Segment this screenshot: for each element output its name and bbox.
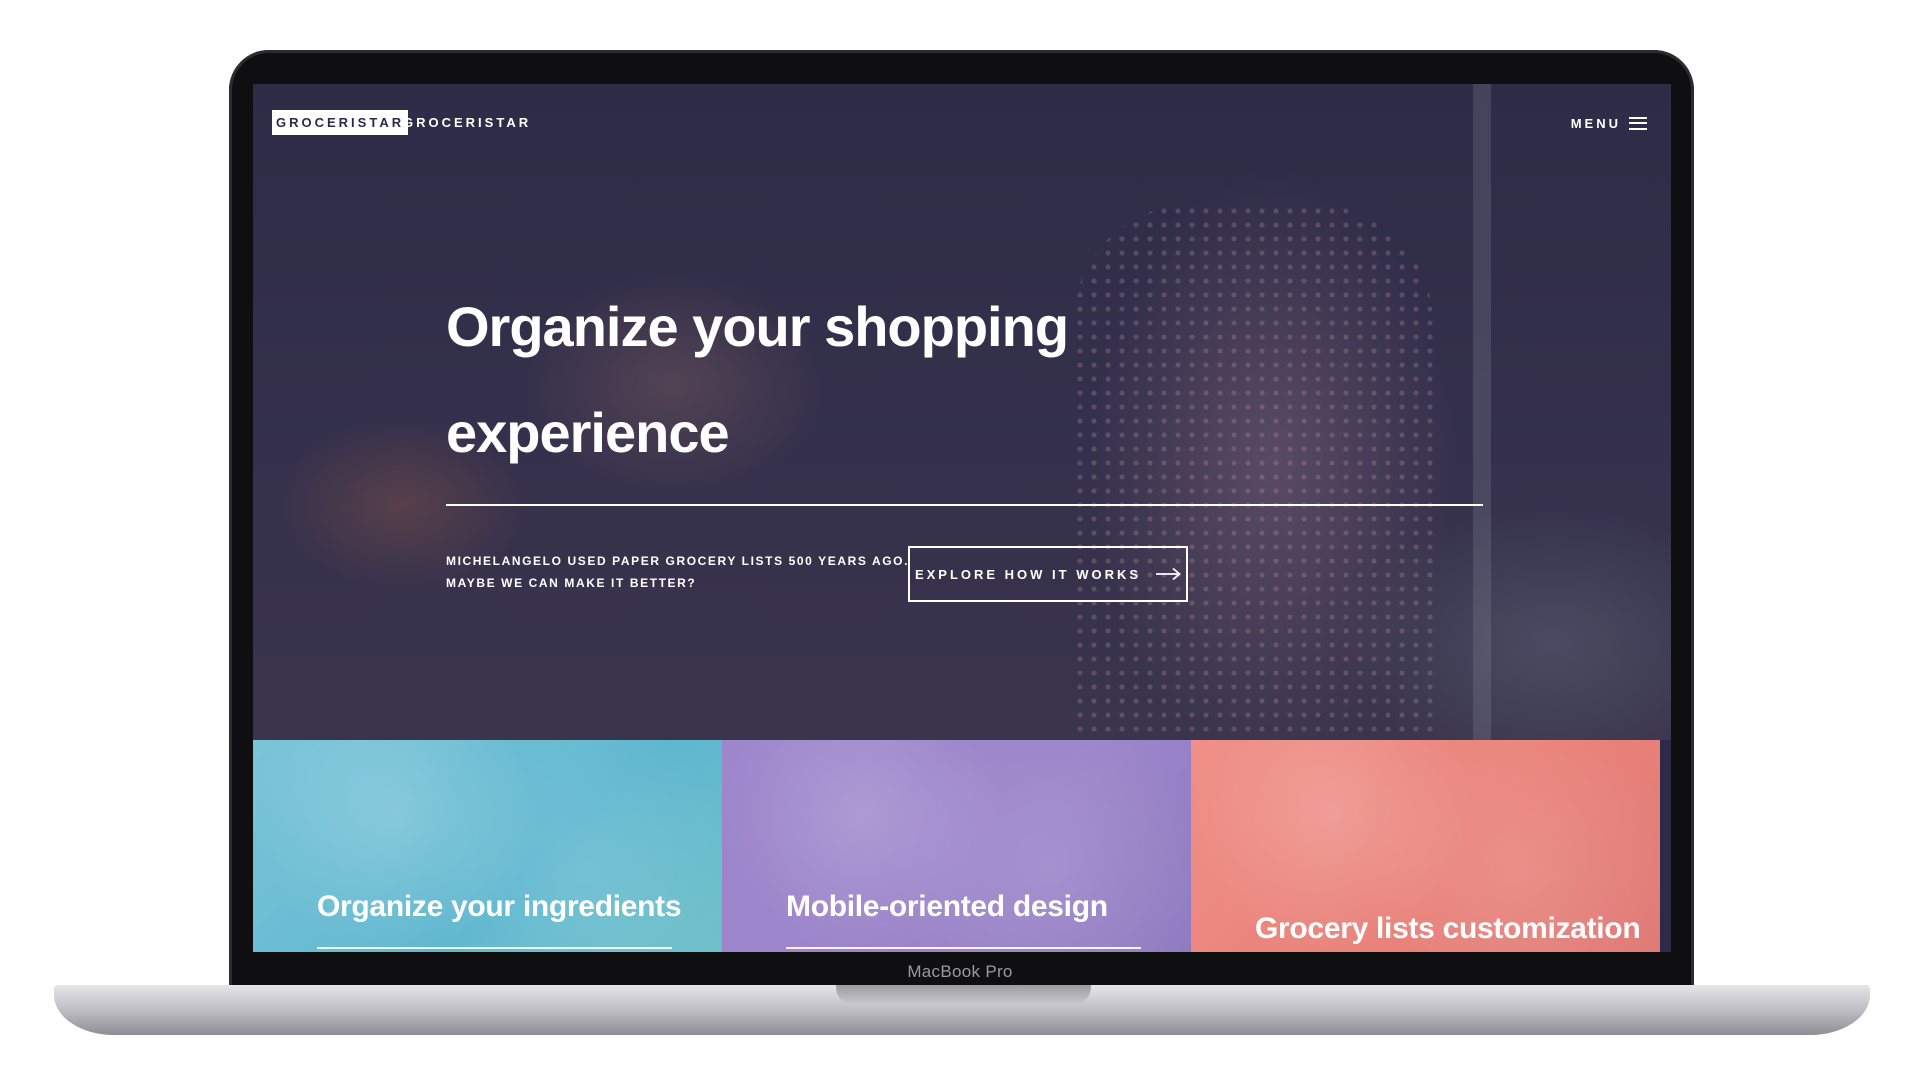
feature-tile-label: Mobile-oriented design	[786, 890, 1108, 923]
hero-tagline-line-1: MICHELANGELO USED PAPER GROCERY LISTS 50…	[446, 554, 910, 568]
explore-how-it-works-button[interactable]: EXPLORE HOW IT WORKS	[908, 546, 1188, 602]
feature-tile-divider	[317, 947, 672, 949]
feature-tile-customization[interactable]: Grocery lists customization	[1191, 740, 1660, 952]
logo-box[interactable]: GROCERISTAR	[272, 110, 409, 135]
feature-tile-mobile[interactable]: Mobile-oriented design	[722, 740, 1191, 952]
arrow-right-icon	[1156, 567, 1181, 581]
hero-tagline: MICHELANGELO USED PAPER GROCERY LISTS 50…	[446, 550, 910, 594]
mockup-stage: MacBook Pro GROCERISTAR GROCERISTAR MENU…	[0, 0, 1920, 1080]
logo-text[interactable]: GROCERISTAR	[403, 110, 531, 135]
feature-tile-label: Organize your ingredients	[317, 890, 682, 923]
hamburger-icon	[1629, 116, 1647, 130]
hero-image-pole	[1473, 84, 1491, 740]
menu-label: MENU	[1570, 115, 1621, 131]
hero-divider	[446, 504, 1483, 506]
laptop-base-notch	[836, 985, 1091, 1005]
laptop-screen: GROCERISTAR GROCERISTAR MENU Organize yo…	[253, 84, 1671, 952]
hero-headline: Organize your shopping experience	[446, 274, 1246, 486]
hero-headline-line-2: experience	[446, 401, 730, 464]
feature-tile-ingredients[interactable]: Organize your ingredients	[253, 740, 722, 952]
device-label: MacBook Pro	[907, 962, 1013, 981]
hero-headline-line-1: Organize your shopping	[446, 295, 1069, 358]
menu-button[interactable]: MENU	[1571, 112, 1647, 134]
cta-label: EXPLORE HOW IT WORKS	[914, 566, 1142, 582]
feature-tile-divider	[786, 947, 1141, 949]
feature-tile-label: Grocery lists customization	[1255, 912, 1641, 945]
hero-tagline-line-2: MAYBE WE CAN MAKE IT BETTER?	[446, 576, 697, 590]
